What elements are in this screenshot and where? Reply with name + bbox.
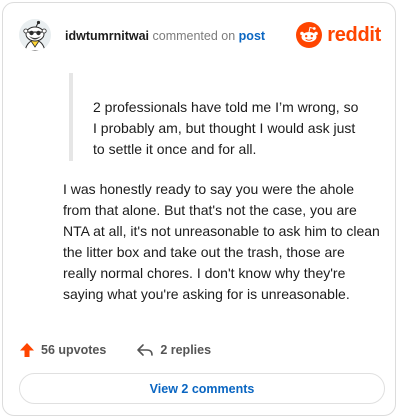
reddit-alien-icon — [296, 22, 323, 48]
upvote-count: 56 upvotes — [41, 343, 107, 357]
upvote-arrow-icon — [20, 343, 34, 357]
upvote-button[interactable]: 56 upvotes — [19, 342, 106, 358]
snoo-avatar-icon — [19, 19, 51, 51]
comment-actions: 56 upvotes 2 replies — [19, 339, 211, 361]
comment-card: idwtumrnitwai commented on post reddit 2… — [2, 2, 396, 416]
quoted-text-block: 2 professionals have told me I’m wrong, … — [69, 73, 358, 161]
reddit-logo[interactable]: reddit — [296, 21, 381, 49]
brand-wordmark: reddit — [327, 23, 381, 46]
comment-meta: idwtumrnitwai commented on post — [65, 29, 265, 43]
user-avatar[interactable] — [19, 19, 51, 51]
view-comments-button[interactable]: View 2 comments — [19, 373, 385, 404]
replies-count: 2 replies — [160, 343, 212, 357]
quote-text: 2 professionals have told me I’m wrong, … — [93, 99, 359, 157]
action-text: commented on — [149, 29, 239, 43]
view-comments-label: View 2 comments — [149, 381, 255, 396]
reply-arrow-icon — [137, 344, 154, 356]
replies-button[interactable]: 2 replies — [136, 342, 211, 358]
comment-header: idwtumrnitwai commented on post reddit — [17, 17, 381, 57]
username-link[interactable]: idwtumrnitwai — [65, 29, 149, 43]
comment-body: I was honestly ready to say you were the… — [63, 181, 380, 302]
post-link[interactable]: post — [239, 29, 265, 43]
